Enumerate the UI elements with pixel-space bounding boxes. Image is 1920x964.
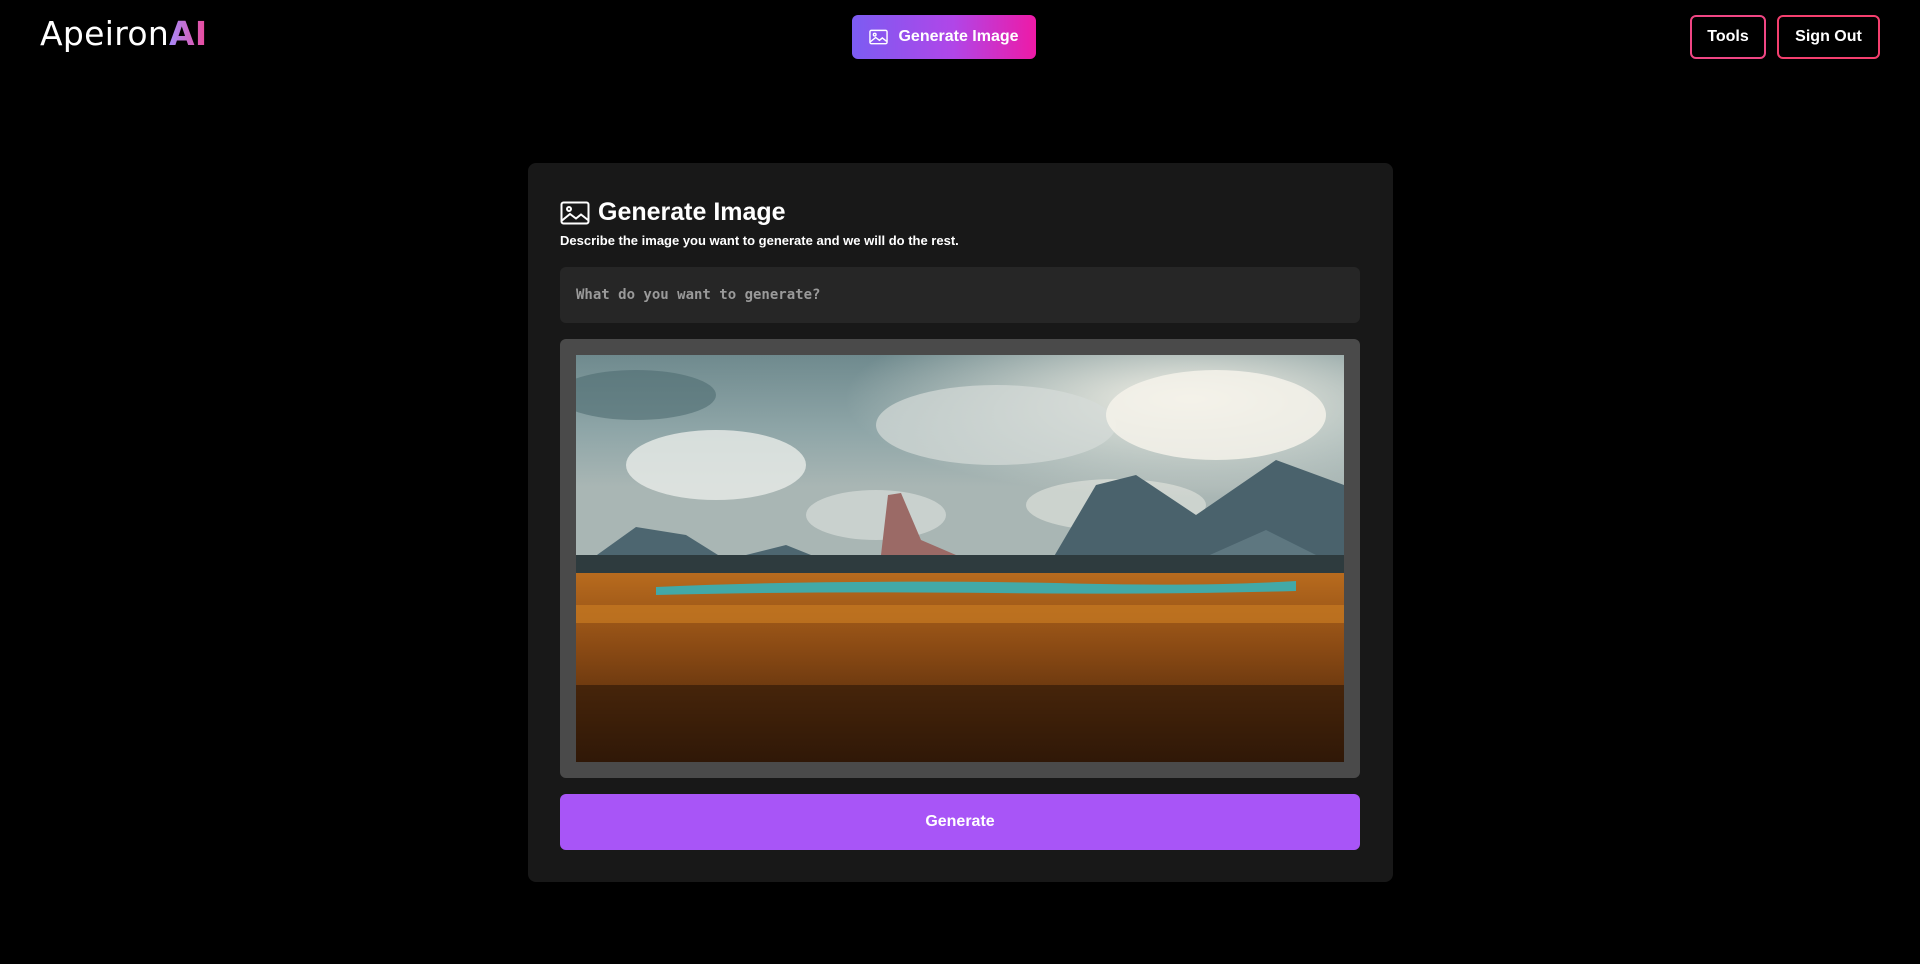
brand-logo[interactable]: Apeiron AI	[40, 14, 207, 53]
generate-button[interactable]: Generate	[560, 794, 1360, 850]
card-subtitle: Describe the image you want to generate …	[560, 233, 959, 248]
prompt-input[interactable]	[560, 267, 1360, 323]
brand-name-suffix: AI	[169, 14, 208, 53]
image-icon	[560, 201, 590, 224]
generate-image-card: Generate Image Describe the image you wa…	[528, 163, 1393, 882]
tools-label: Tools	[1707, 28, 1749, 45]
card-title: Generate Image	[560, 198, 786, 227]
image-icon	[869, 29, 889, 45]
generated-image	[576, 355, 1344, 762]
image-preview-frame	[560, 339, 1360, 778]
sign-out-label: Sign Out	[1795, 28, 1862, 45]
card-title-text: Generate Image	[598, 198, 786, 226]
tools-button[interactable]: Tools	[1690, 15, 1766, 59]
nav-generate-image-label: Generate Image	[898, 28, 1019, 45]
brand-name-prefix: Apeiron	[40, 14, 170, 53]
sign-out-button[interactable]: Sign Out	[1777, 15, 1880, 59]
nav-generate-image-button[interactable]: Generate Image	[852, 15, 1036, 59]
top-navbar: Apeiron AI Generate Image Tools Sign Out	[0, 0, 1920, 80]
